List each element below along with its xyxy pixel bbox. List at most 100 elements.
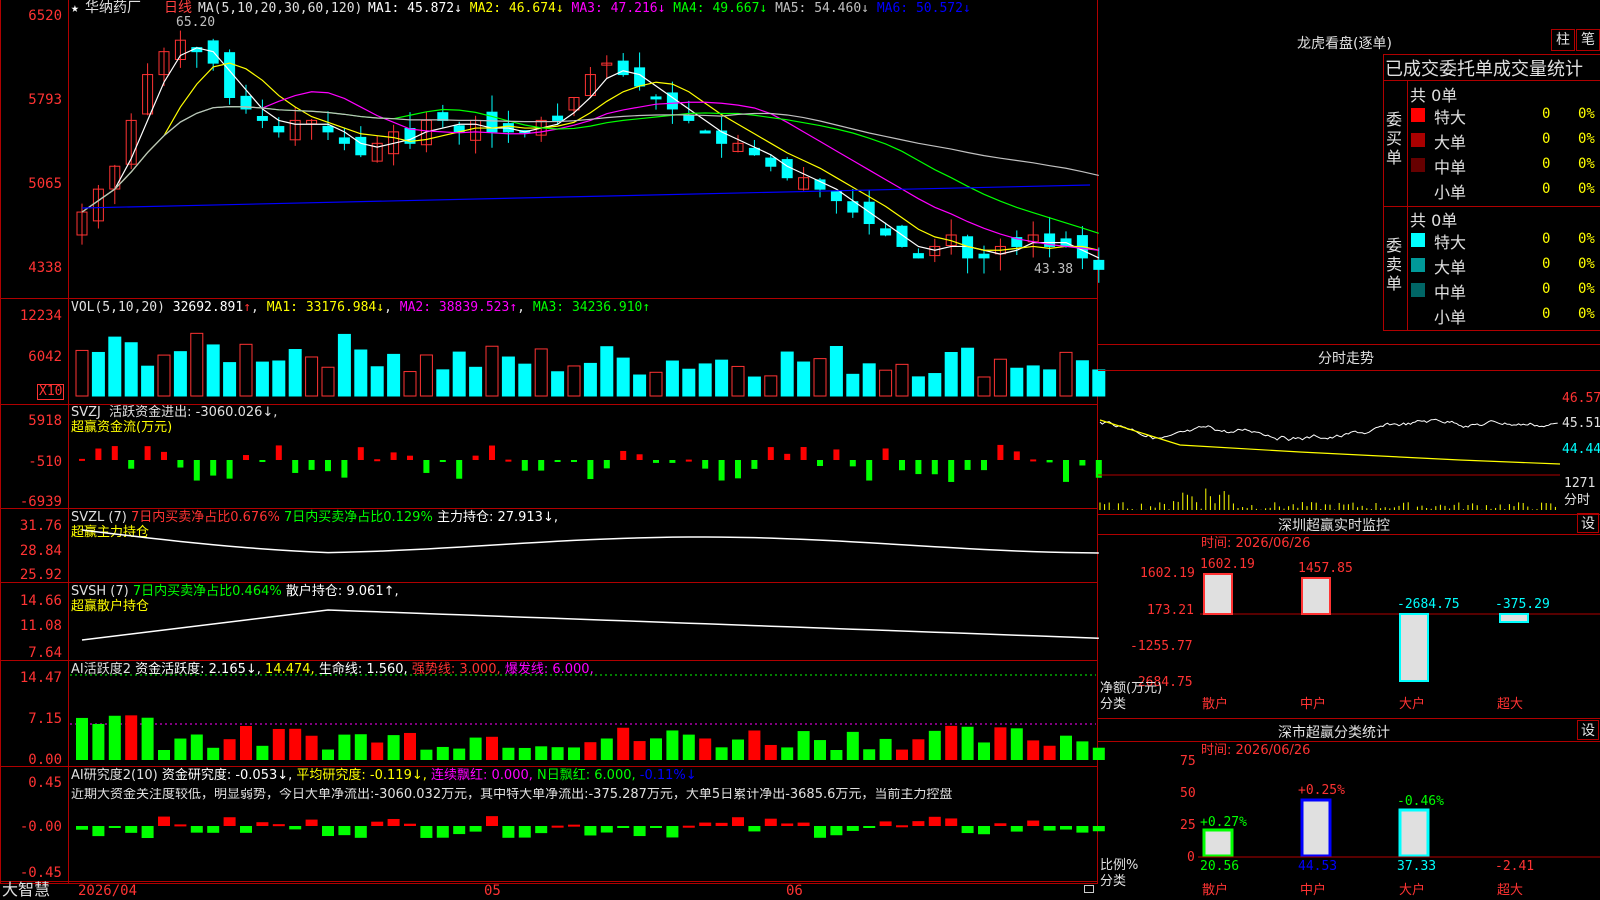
monitor-settings-button[interactable]: 设	[1577, 513, 1599, 533]
fund-flow-bar	[111, 446, 118, 460]
fund-flow-bar	[997, 444, 1004, 460]
volume-bar	[190, 332, 204, 397]
research-bar	[814, 826, 826, 838]
volume-bar	[1043, 369, 1057, 397]
activity-bar	[797, 731, 810, 760]
research-bar	[1092, 826, 1105, 832]
fund-flow-bar	[685, 459, 692, 462]
volume-bar	[108, 336, 122, 397]
column-view-button[interactable]: 柱	[1551, 29, 1575, 51]
order-type: 大单	[1434, 258, 1467, 277]
sell-total: 共 0单	[1410, 211, 1458, 230]
fund-flow-bar	[193, 460, 200, 481]
volume-bar	[387, 353, 401, 397]
stat-category: 超大	[1497, 883, 1524, 898]
research-bar	[453, 826, 466, 835]
fund-flow-bar	[718, 460, 725, 481]
fund-flow-bar	[226, 460, 233, 479]
stat-settings-button[interactable]: 设	[1577, 720, 1599, 740]
monitor-bar	[1301, 577, 1331, 615]
research-bar	[174, 824, 187, 827]
fund-flow-bar	[554, 460, 561, 462]
fund-flow-bar	[1030, 459, 1037, 462]
activity-bar	[666, 730, 679, 760]
buy-label: 委买单	[1386, 110, 1403, 167]
candle-body	[683, 114, 695, 121]
volume-bar	[91, 351, 105, 397]
fund-flow-bar	[1013, 451, 1020, 460]
fund-flow-bar	[407, 455, 413, 460]
volume-bar	[600, 346, 614, 397]
monitor-ylabel: 净额(万元)	[1100, 681, 1163, 696]
order-type: 大单	[1434, 133, 1467, 152]
fund-flow-bar	[128, 460, 135, 469]
fund-flow-bar	[948, 460, 955, 482]
research-bar	[207, 826, 220, 833]
activity-bar	[338, 734, 351, 760]
order-pct: 0%	[1578, 256, 1595, 272]
candle-body	[765, 157, 777, 167]
volume-bar	[173, 351, 187, 397]
research-bar	[994, 823, 1007, 826]
fund-flow-bar	[751, 460, 758, 469]
activity-bar	[174, 738, 187, 760]
fund-flow-bar	[915, 460, 922, 475]
monitor-category: 中户	[1300, 697, 1327, 712]
activity-bar	[436, 746, 449, 760]
fund-flow-bar	[653, 460, 659, 463]
stat-sep-top	[1098, 718, 1600, 719]
candle-body	[256, 116, 268, 121]
research-bar	[732, 817, 744, 826]
color-swatch	[1411, 283, 1425, 297]
candle-body	[699, 130, 711, 134]
research-bar	[387, 818, 400, 826]
right-panel-title: 龙虎看盘(逐单)	[1297, 36, 1392, 52]
order-type: 小单	[1434, 183, 1467, 202]
intraday-title[interactable]: 分时走势	[1318, 348, 1374, 368]
order-count: 0	[1542, 156, 1551, 172]
fund-flow-bar	[243, 455, 249, 460]
order-pct: 0%	[1578, 106, 1595, 122]
research-bar	[896, 825, 908, 828]
research-bar	[961, 826, 974, 834]
candle-body	[355, 136, 367, 156]
fund-flow-bar	[817, 460, 823, 467]
volume-bar	[403, 371, 417, 397]
order-type: 中单	[1434, 158, 1467, 177]
activity-bar	[961, 726, 974, 760]
fund-flow-bar	[390, 452, 397, 460]
stat-title: 深市超赢分类统计	[1278, 725, 1390, 741]
volume-bar	[633, 374, 647, 397]
research-bar	[682, 825, 695, 828]
activity-bar	[732, 739, 744, 760]
stat-bar	[1202, 828, 1234, 858]
volume-bar	[141, 365, 155, 397]
candle-body	[896, 225, 908, 247]
research-bar	[1060, 826, 1072, 830]
activity-bar	[584, 742, 597, 760]
order-count: 0	[1542, 106, 1551, 122]
stat-bar-value: 37.33	[1397, 859, 1437, 874]
volume-bar	[567, 365, 581, 397]
research-bar	[436, 826, 449, 838]
activity-bar	[994, 727, 1007, 760]
fund-flow-bar	[899, 460, 905, 471]
research-bar	[223, 817, 236, 826]
fund-flow-bar	[620, 450, 627, 460]
order-type: 中单	[1434, 283, 1467, 302]
activity-bar	[305, 735, 318, 760]
volume-bar	[1010, 367, 1024, 397]
activity-bar	[190, 734, 203, 760]
volume-bar	[780, 351, 794, 397]
activity-bar	[912, 739, 925, 760]
fund-flow-bar	[308, 460, 315, 470]
candle-body	[322, 125, 334, 133]
stat-bar-value: -2.41	[1495, 859, 1535, 874]
volume-bar	[862, 363, 876, 397]
activity-bar	[617, 727, 630, 760]
fund-flow-bar	[79, 458, 85, 461]
tick-view-button[interactable]: 笔	[1576, 29, 1600, 51]
retail-position-line	[81, 609, 1099, 641]
activity-bar	[633, 741, 646, 760]
table-title-sep	[1383, 80, 1600, 81]
